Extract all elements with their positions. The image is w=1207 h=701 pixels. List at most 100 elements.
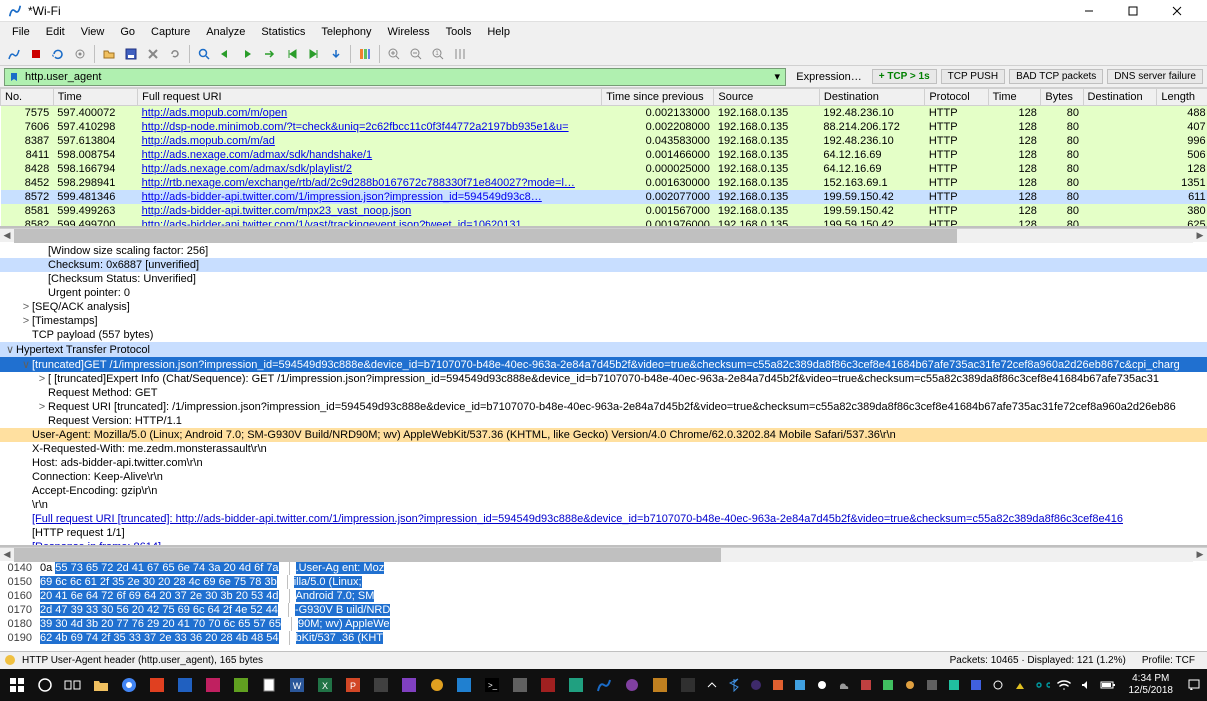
stop-capture-icon[interactable] (26, 44, 46, 64)
filter-tag-tcp-1s[interactable]: + TCP > 1s (872, 69, 937, 84)
cortana-icon[interactable] (32, 671, 59, 699)
find-packet-icon[interactable] (194, 44, 214, 64)
tray-icon[interactable] (791, 676, 809, 694)
detail-line[interactable]: [Full request URI [truncated]: http://ad… (0, 512, 1207, 526)
request-uri-link[interactable]: http://ads-bidder-api.twitter.com/1/impr… (142, 191, 542, 203)
auto-scroll-icon[interactable] (326, 44, 346, 64)
cmd-icon[interactable]: >_ (479, 671, 506, 699)
hex-row[interactable]: 01702d 47 39 33 30 56 20 42 75 69 6c 64 … (0, 603, 1207, 617)
app-icon[interactable] (144, 671, 171, 699)
detail-line[interactable]: >[ [truncated]Expert Info (Chat/Sequence… (0, 372, 1207, 386)
tray-icon[interactable] (945, 676, 963, 694)
display-filter-input[interactable] (23, 71, 769, 83)
packet-list-pane[interactable]: No.TimeFull request URITime since previo… (0, 88, 1207, 228)
detail-line[interactable]: >[SEQ/ACK analysis] (0, 300, 1207, 314)
menu-tools[interactable]: Tools (438, 24, 480, 40)
app-icon[interactable] (172, 671, 199, 699)
packet-row[interactable]: 8428598.166794http://ads.nexage.com/adma… (1, 162, 1207, 176)
hex-row[interactable]: 018039 30 4d 3b 20 77 76 29 20 41 70 70 … (0, 617, 1207, 631)
tray-icon[interactable] (879, 676, 897, 694)
arduino-icon[interactable] (1033, 676, 1051, 694)
maximize-button[interactable] (1111, 0, 1155, 22)
detail-line[interactable]: Checksum: 0x6887 [unverified] (0, 258, 1207, 272)
app-icon[interactable] (200, 671, 227, 699)
menu-analyze[interactable]: Analyze (198, 24, 253, 40)
detail-line[interactable]: [HTTP request 1/1] (0, 526, 1207, 540)
detail-line-selected[interactable]: ∨[truncated]GET /1/impression.json?impre… (0, 357, 1207, 372)
minimize-button[interactable] (1067, 0, 1111, 22)
colorize-icon[interactable] (355, 44, 375, 64)
app-icon[interactable] (423, 671, 450, 699)
packet-row[interactable]: 7575597.400072http://ads.mopub.com/m/ope… (1, 106, 1207, 121)
column-header[interactable]: Source (714, 89, 819, 106)
filter-tag-bad-tcp[interactable]: BAD TCP packets (1009, 69, 1103, 84)
request-uri-link[interactable]: http://ads.mopub.com/m/open (142, 107, 288, 119)
go-to-packet-icon[interactable] (260, 44, 280, 64)
detail-line[interactable]: ∨Hypertext Transfer Protocol (0, 342, 1207, 357)
powerpoint-icon[interactable]: P (339, 671, 366, 699)
packet-row[interactable]: 8581599.499263http://ads-bidder-api.twit… (1, 204, 1207, 218)
request-uri-link[interactable]: http://dsp-node.minimob.com/?t=check&uni… (142, 121, 569, 133)
packet-row[interactable]: 7606597.410298http://dsp-node.minimob.co… (1, 120, 1207, 134)
tree-toggle-icon[interactable]: > (36, 401, 48, 413)
column-header[interactable]: Time (988, 89, 1041, 106)
tree-toggle-icon[interactable]: ∨ (4, 343, 16, 356)
packet-row[interactable]: 8411598.008754http://ads.nexage.com/adma… (1, 148, 1207, 162)
detail-line[interactable]: [Window size scaling factor: 256] (0, 244, 1207, 258)
zoom-out-icon[interactable] (406, 44, 426, 64)
onedrive-icon[interactable] (835, 676, 853, 694)
zoom-reset-icon[interactable]: 1 (428, 44, 448, 64)
notepad-icon[interactable] (255, 671, 282, 699)
open-file-icon[interactable] (99, 44, 119, 64)
close-button[interactable] (1155, 0, 1199, 22)
tray-icon[interactable] (901, 676, 919, 694)
restart-capture-icon[interactable] (48, 44, 68, 64)
detail-line[interactable]: Accept-Encoding: gzip\r\n (0, 484, 1207, 498)
detail-line[interactable]: Connection: Keep-Alive\r\n (0, 470, 1207, 484)
bluetooth-icon[interactable] (725, 676, 743, 694)
detail-line[interactable]: Request Version: HTTP/1.1 (0, 414, 1207, 428)
menu-view[interactable]: View (73, 24, 113, 40)
column-header[interactable]: Bytes (1041, 89, 1083, 106)
tree-toggle-icon[interactable]: > (20, 315, 32, 327)
tray-icon[interactable] (813, 676, 831, 694)
detail-line[interactable]: Host: ads-bidder-api.twitter.com\r\n (0, 456, 1207, 470)
scroll-left-icon[interactable]: ◀ (0, 549, 14, 560)
column-header[interactable]: Destination (819, 89, 924, 106)
detail-line[interactable]: X-Requested-With: me.zedm.monsterassault… (0, 442, 1207, 456)
app-icon[interactable] (563, 671, 590, 699)
chrome-icon[interactable] (116, 671, 143, 699)
filter-dropdown-icon[interactable]: ▾ (769, 70, 785, 83)
packet-row[interactable]: 8452598.298941http://rtb.nexage.com/exch… (1, 176, 1207, 190)
column-header[interactable]: No. (1, 89, 54, 106)
save-file-icon[interactable] (121, 44, 141, 64)
reload-icon[interactable] (165, 44, 185, 64)
volume-icon[interactable] (1077, 676, 1095, 694)
resize-columns-icon[interactable] (450, 44, 470, 64)
app-icon[interactable] (228, 671, 255, 699)
detail-line[interactable]: \r\n (0, 498, 1207, 512)
tray-icon[interactable] (769, 676, 787, 694)
request-uri-link[interactable]: http://ads.nexage.com/admax/sdk/handshak… (142, 149, 373, 161)
tree-toggle-icon[interactable]: > (20, 301, 32, 313)
request-uri-link[interactable]: http://ads.nexage.com/admax/sdk/playlist… (142, 163, 352, 175)
clock[interactable]: 4:34 PM 12/5/2018 (1121, 673, 1182, 697)
packet-bytes-pane[interactable]: 01400a 55 73 65 72 2d 41 67 65 6e 74 3a … (0, 561, 1207, 651)
go-first-icon[interactable] (282, 44, 302, 64)
detail-line[interactable]: Urgent pointer: 0 (0, 286, 1207, 300)
hex-row[interactable]: 016020 41 6e 64 72 6f 69 64 20 37 2e 30 … (0, 589, 1207, 603)
capture-options-icon[interactable] (70, 44, 90, 64)
menu-file[interactable]: File (4, 24, 38, 40)
packet-list-hscroll[interactable]: ◀ ▶ (0, 228, 1207, 242)
menu-help[interactable]: Help (479, 24, 518, 40)
hex-row[interactable]: 01400a 55 73 65 72 2d 41 67 65 6e 74 3a … (0, 561, 1207, 575)
filter-tag-dns-failure[interactable]: DNS server failure (1107, 69, 1203, 84)
column-header[interactable]: Time (53, 89, 137, 106)
wireshark-icon[interactable] (591, 671, 618, 699)
menu-wireless[interactable]: Wireless (380, 24, 438, 40)
column-header[interactable]: Protocol (925, 89, 988, 106)
details-hscroll[interactable]: ◀ ▶ (0, 547, 1207, 561)
app-icon[interactable] (675, 671, 702, 699)
column-header[interactable]: Length (1157, 89, 1207, 106)
app-icon[interactable] (451, 671, 478, 699)
